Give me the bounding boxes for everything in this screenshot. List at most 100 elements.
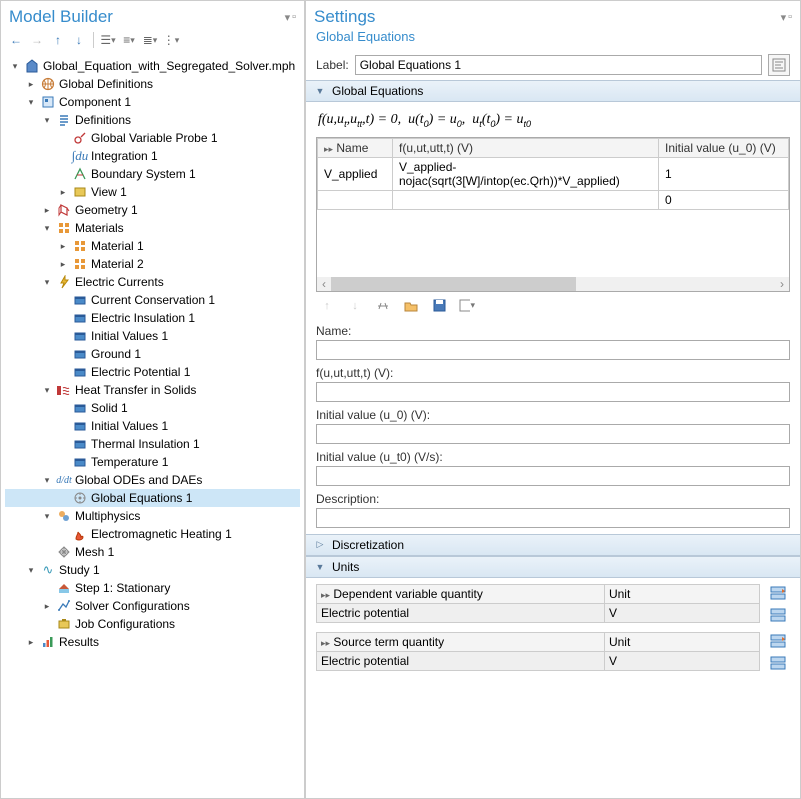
tree-node[interactable]: Temperature 1 [5, 453, 300, 471]
expand-icon[interactable] [41, 582, 53, 594]
st-unit[interactable]: V [604, 651, 759, 670]
tree-node[interactable]: Current Conservation 1 [5, 291, 300, 309]
ivt0-input[interactable] [316, 466, 790, 486]
expand-icon[interactable] [57, 168, 69, 180]
expand-icon[interactable]: ▸ [25, 636, 37, 648]
section-units-header[interactable]: ▼ Units [306, 556, 800, 578]
delete-icon[interactable] [375, 298, 391, 314]
expand-icon[interactable]: ▾ [41, 276, 53, 288]
expand-icon[interactable] [57, 330, 69, 342]
tree-node[interactable]: ▸View 1 [5, 183, 300, 201]
expand-icon[interactable] [41, 618, 53, 630]
collapse-icon[interactable]: ≡▾ [120, 31, 138, 49]
tree-node[interactable]: ▾Definitions [5, 111, 300, 129]
minimize-icon[interactable]: ▾ [781, 11, 787, 24]
tree-node[interactable]: ▸Results [5, 633, 300, 651]
expand-icon[interactable]: ≣▾ [141, 31, 159, 49]
tree-node[interactable]: ▾d/dtGlobal ODEs and DAEs [5, 471, 300, 489]
expand-icon[interactable]: ▾ [25, 96, 37, 108]
expand-icon[interactable]: ▸ [25, 78, 37, 90]
tree-node[interactable]: Thermal Insulation 1 [5, 435, 300, 453]
tree-node[interactable]: Boundary System 1 [5, 165, 300, 183]
save-icon[interactable] [431, 298, 447, 314]
tree-node[interactable]: ▾Electric Currents [5, 273, 300, 291]
expand-icon[interactable] [41, 546, 53, 558]
tree-node[interactable]: ▾Global_Equation_with_Segregated_Solver.… [5, 57, 300, 75]
tree-node[interactable]: ∫duIntegration 1 [5, 147, 300, 165]
tree-node[interactable]: ▸Solver Configurations [5, 597, 300, 615]
expand-icon[interactable]: ▸ [41, 204, 53, 216]
tree-node[interactable]: ▾Multiphysics [5, 507, 300, 525]
back-icon[interactable]: ← [7, 31, 25, 49]
model-tree[interactable]: ▾Global_Equation_with_Segregated_Solver.… [1, 55, 304, 798]
tree-node[interactable]: Initial Values 1 [5, 327, 300, 345]
show-equation-view-button[interactable] [768, 54, 790, 76]
dependent-variable-table[interactable]: ▸▸ Dependent variable quantityUnit Elect… [316, 584, 760, 623]
tree-node[interactable]: ▾Materials [5, 219, 300, 237]
expand-icon[interactable]: ▾ [41, 384, 53, 396]
expand-icon[interactable]: ▸ [57, 240, 69, 252]
expand-icon[interactable]: ▾ [41, 114, 53, 126]
down-icon[interactable]: ↓ [70, 31, 88, 49]
section-discretization-header[interactable]: ▷ Discretization [306, 534, 800, 556]
table-h-scrollbar[interactable]: ‹ › [317, 277, 789, 291]
equations-table[interactable]: ▸▸ Name f(u,ut,utt,t) (V) Initial value … [317, 138, 789, 210]
name-input[interactable] [316, 340, 790, 360]
tree-node[interactable]: ▾Heat Transfer in Solids [5, 381, 300, 399]
expand-icon[interactable]: ▾ [25, 564, 37, 576]
forward-icon[interactable]: → [28, 31, 46, 49]
tree-node[interactable]: Mesh 1 [5, 543, 300, 561]
minimize-icon[interactable]: ▾ [285, 11, 291, 24]
dv-unit[interactable]: V [604, 603, 759, 622]
menu-icon[interactable]: ▫ [292, 11, 296, 24]
f-input[interactable] [316, 382, 790, 402]
tree-node[interactable]: Initial Values 1 [5, 417, 300, 435]
expand-icon[interactable]: ▸ [57, 258, 69, 270]
expand-icon[interactable] [57, 402, 69, 414]
source-term-table[interactable]: ▸▸ Source term quantityUnit Electric pot… [316, 632, 760, 671]
table-row[interactable]: V_appliedV_applied-nojac(sqrt(3[W]/intop… [318, 157, 789, 190]
expand-icon[interactable]: ▾ [41, 510, 53, 522]
expand-icon[interactable] [57, 420, 69, 432]
select-quantity-icon[interactable] [769, 584, 787, 602]
label-input[interactable] [355, 55, 762, 75]
expand-icon[interactable]: ▾ [41, 222, 53, 234]
tree-node[interactable]: Job Configurations [5, 615, 300, 633]
tree-node[interactable]: ▸Global Definitions [5, 75, 300, 93]
dv-quantity[interactable]: Electric potential [317, 603, 605, 622]
tree-node[interactable]: Ground 1 [5, 345, 300, 363]
up-icon[interactable]: ↑ [49, 31, 67, 49]
tree-node[interactable]: Solid 1 [5, 399, 300, 417]
desc-input[interactable] [316, 508, 790, 528]
define-unit-icon[interactable] [769, 606, 787, 624]
expand-icon[interactable]: ▾ [41, 474, 53, 486]
tree-node[interactable]: Electric Potential 1 [5, 363, 300, 381]
tree-node[interactable]: ▸Geometry 1 [5, 201, 300, 219]
expand-icon[interactable]: ▸ [57, 186, 69, 198]
expand-icon[interactable] [57, 456, 69, 468]
expand-icon[interactable] [57, 492, 69, 504]
iv0-input[interactable] [316, 424, 790, 444]
tree-node[interactable]: Electric Insulation 1 [5, 309, 300, 327]
expand-icon[interactable] [57, 294, 69, 306]
expand-icon[interactable] [57, 366, 69, 378]
more-icon[interactable]: ⋮▾ [162, 31, 180, 49]
move-up-icon[interactable]: ↑ [319, 298, 335, 314]
expand-icon[interactable]: ▾ [9, 60, 21, 72]
tree-node[interactable]: Global Equations 1 [5, 489, 300, 507]
table-row[interactable]: 0 [318, 190, 789, 209]
tree-node[interactable]: Step 1: Stationary [5, 579, 300, 597]
expand-icon[interactable] [57, 438, 69, 450]
tree-node[interactable]: Global Variable Probe 1 [5, 129, 300, 147]
move-down-icon[interactable]: ↓ [347, 298, 363, 314]
expand-icon[interactable] [57, 528, 69, 540]
clear-icon[interactable]: ▾ [459, 298, 475, 314]
open-icon[interactable] [403, 298, 419, 314]
expand-icon[interactable] [57, 150, 69, 162]
expand-icon[interactable] [57, 312, 69, 324]
tree-node[interactable]: ▾Component 1 [5, 93, 300, 111]
define-unit-icon[interactable] [769, 654, 787, 672]
tree-node[interactable]: ▸Material 1 [5, 237, 300, 255]
menu-icon[interactable]: ▫ [788, 11, 792, 24]
expand-icon[interactable] [57, 348, 69, 360]
